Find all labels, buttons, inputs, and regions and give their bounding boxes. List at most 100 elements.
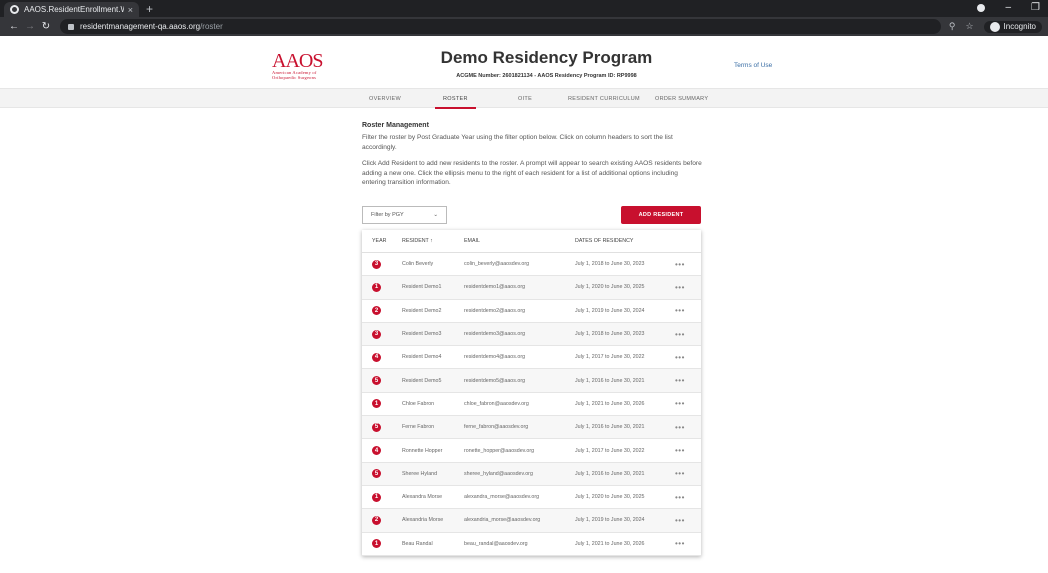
new-tab-icon[interactable]: + xyxy=(146,2,153,16)
browser-tab[interactable]: AAOS.ResidentEnrollment.Web × xyxy=(4,2,139,17)
ellipsis-menu-icon[interactable]: ••• xyxy=(675,399,701,408)
pgy-filter-select[interactable]: Filter by PGY ⌄ xyxy=(362,206,447,224)
resident-name: Resident Demo1 xyxy=(402,284,442,291)
tab-resident-curriculum[interactable]: RESIDENT CURRICULUM xyxy=(568,89,640,109)
tab-order-summary[interactable]: ORDER SUMMARY xyxy=(655,89,708,109)
tab-oite[interactable]: OITE xyxy=(518,89,532,109)
tab-close-icon[interactable]: × xyxy=(128,5,133,15)
tab-overview[interactable]: OVERVIEW xyxy=(369,89,401,109)
ellipsis-menu-icon[interactable]: ••• xyxy=(675,493,701,502)
incognito-indicator[interactable]: Incognito xyxy=(983,20,1042,33)
resident-name: Chloe Fabron xyxy=(402,400,435,407)
site-header: AAOS American Academy of Orthopaedic Sur… xyxy=(0,36,1048,88)
site-favicon-icon xyxy=(10,5,19,14)
resident-email: alexandra_morse@aaosdev.org xyxy=(464,494,540,501)
tab-title: AAOS.ResidentEnrollment.Web xyxy=(24,5,124,14)
table-row[interactable]: 1 Alexandra Morse alexandra_morse@aaosdev.… xyxy=(362,486,701,510)
ellipsis-menu-icon[interactable]: ••• xyxy=(675,446,701,455)
residency-dates: July 1, 2021 to June 30, 2026 xyxy=(575,540,645,547)
intro-paragraph-2: Click Add Resident to add new residents … xyxy=(362,160,702,186)
residency-dates: July 1, 2017 to June 30, 2022 xyxy=(575,354,645,361)
resident-email: residentdemo2@aaos.org xyxy=(464,307,526,314)
minimize-icon[interactable]: – xyxy=(1005,2,1011,13)
back-icon[interactable]: ← xyxy=(6,21,22,32)
ellipsis-menu-icon[interactable]: ••• xyxy=(675,306,701,315)
residency-dates: July 1, 2020 to June 30, 2025 xyxy=(575,494,645,501)
resident-email: residentdemo1@aaos.org xyxy=(464,284,526,291)
table-row[interactable]: 2 Alexandria Morse alexandria_morse@aaosde… xyxy=(362,509,701,533)
resident-name: Colin Beverly xyxy=(402,261,434,268)
pgy-year-badge: 4 xyxy=(372,352,381,362)
ellipsis-menu-icon[interactable]: ••• xyxy=(675,330,701,339)
resident-name: Resident Demo3 xyxy=(402,331,442,338)
col-resident-header[interactable]: RESIDENT ↑ xyxy=(402,238,464,244)
pgy-year-badge: 1 xyxy=(372,492,381,502)
browser-toolbar: ← → ↻ residentmanagement-qa.aaos.org/ros… xyxy=(0,17,1048,36)
pgy-year-badge: 5 xyxy=(372,422,381,432)
pgy-year-badge: 4 xyxy=(372,446,381,456)
residency-dates: July 1, 2017 to June 30, 2022 xyxy=(575,447,645,454)
resident-name: Resident Demo4 xyxy=(402,354,442,361)
intro-paragraph-1: Filter the roster by Post Graduate Year … xyxy=(362,134,673,151)
residency-dates: July 1, 2019 to June 30, 2024 xyxy=(575,307,645,314)
col-year-header[interactable]: YEAR xyxy=(362,238,402,244)
reload-icon[interactable]: ↻ xyxy=(38,21,54,32)
resident-name: Sheree Hyland xyxy=(402,470,438,477)
ellipsis-menu-icon[interactable]: ••• xyxy=(675,539,701,548)
address-bar[interactable]: residentmanagement-qa.aaos.org/roster xyxy=(60,19,941,34)
ellipsis-menu-icon[interactable]: ••• xyxy=(675,516,701,525)
table-row[interactable]: 3 Colin Beverly colin_beverly@aaosdev.org J… xyxy=(362,253,701,277)
ellipsis-menu-icon[interactable]: ••• xyxy=(675,423,701,432)
resident-email: residentdemo3@aaos.org xyxy=(464,331,526,338)
resident-name: Resident Demo5 xyxy=(402,377,442,384)
resident-email: alexandria_morse@aaosdev.org xyxy=(464,517,541,524)
resident-email: residentdemo5@aaos.org xyxy=(464,377,526,384)
pgy-year-badge: 5 xyxy=(372,469,381,479)
resident-name: Beau Randal xyxy=(402,540,433,547)
add-resident-button[interactable]: ADD RESIDENT xyxy=(621,206,701,224)
window-controls: – ❐ xyxy=(977,2,1040,13)
ellipsis-menu-icon[interactable]: ••• xyxy=(675,283,701,292)
table-row[interactable]: 1 Resident Demo1 residentdemo1@aaos.org Jul… xyxy=(362,276,701,300)
forward-icon[interactable]: → xyxy=(22,21,38,32)
residency-dates: July 1, 2018 to June 30, 2023 xyxy=(575,261,645,268)
residency-dates: July 1, 2018 to June 30, 2023 xyxy=(575,331,645,338)
resident-email: colin_beverly@aaosdev.org xyxy=(464,261,530,268)
residency-dates: July 1, 2021 to June 30, 2026 xyxy=(575,400,645,407)
col-dates-header[interactable]: DATES OF RESIDENCY xyxy=(575,238,675,244)
ellipsis-menu-icon[interactable]: ••• xyxy=(675,469,701,478)
ellipsis-menu-icon[interactable]: ••• xyxy=(675,353,701,362)
section-heading: Roster Management xyxy=(362,122,429,129)
roster-table: YEAR RESIDENT ↑ EMAIL DATES OF RESIDENCY… xyxy=(362,230,701,556)
restore-icon[interactable]: ❐ xyxy=(1031,2,1040,13)
residency-dates: July 1, 2020 to June 30, 2025 xyxy=(575,284,645,291)
table-row[interactable]: 4 Ronnette Hopper ronette_hopper@aaosdev.o… xyxy=(362,439,701,463)
zoom-icon[interactable]: ⚲ xyxy=(949,21,956,32)
table-row[interactable]: 4 Resident Demo4 residentdemo4@aaos.org Jul… xyxy=(362,346,701,370)
resident-email: sheree_hyland@aaosdev.org xyxy=(464,470,533,477)
table-row[interactable]: 2 Resident Demo2 residentdemo2@aaos.org Jul… xyxy=(362,300,701,323)
profile-icon[interactable] xyxy=(977,3,986,12)
bookmark-star-icon[interactable]: ☆ xyxy=(965,21,973,32)
pgy-year-badge: 5 xyxy=(372,376,381,386)
terms-of-use-link[interactable]: Terms of Use xyxy=(734,62,772,69)
resident-email: residentdemo4@aaos.org xyxy=(464,354,526,361)
resident-email: ferne_fabron@aaosdev.org xyxy=(464,424,529,431)
resident-name: Resident Demo2 xyxy=(402,307,442,314)
resident-email: ronette_hopper@aaosdev.org xyxy=(464,447,535,454)
page-title: Demo Residency Program xyxy=(440,48,653,67)
table-row[interactable]: 1 Beau Randal beau_randal@aaosdev.org July … xyxy=(362,533,701,556)
ellipsis-menu-icon[interactable]: ••• xyxy=(675,376,701,385)
ellipsis-menu-icon[interactable]: ••• xyxy=(675,260,701,269)
table-row[interactable]: 1 Chloe Fabron chloe_fabron@aaosdev.org Jul… xyxy=(362,393,701,417)
table-row[interactable]: 5 Ferne Fabron ferne_fabron@aaosdev.org Jul… xyxy=(362,416,701,440)
table-row[interactable]: 5 Sheree Hyland sheree_hyland@aaosdev.org J… xyxy=(362,462,701,486)
residency-dates: July 1, 2016 to June 30, 2021 xyxy=(575,377,645,384)
residency-dates: July 1, 2016 to June 30, 2021 xyxy=(575,424,645,431)
program-meta: ACGME Number: 2601821134 - AAOS Residenc… xyxy=(456,73,637,79)
table-row[interactable]: 5 Resident Demo5 residentdemo5@aaos.org Jul… xyxy=(362,369,701,393)
table-row[interactable]: 3 Resident Demo3 residentdemo3@aaos.org Jul… xyxy=(362,322,701,347)
roster-intro: Roster Management Filter the roster by P… xyxy=(362,122,702,195)
tab-roster[interactable]: ROSTER xyxy=(435,89,476,109)
col-email-header[interactable]: EMAIL xyxy=(464,238,575,244)
